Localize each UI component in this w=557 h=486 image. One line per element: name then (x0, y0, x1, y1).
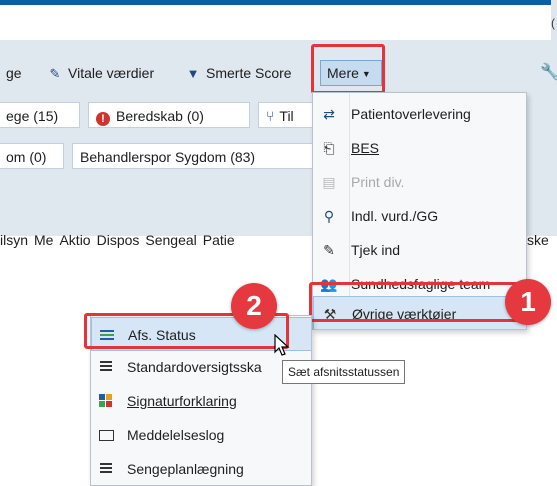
submenu-item-label: Meddelelseslog (127, 427, 225, 443)
pill-label: Til (279, 108, 294, 124)
toolbar-item-label: ge (6, 65, 22, 81)
menu-item-label: BES (351, 140, 380, 156)
pill-label: om (0) (6, 149, 47, 165)
menu-item-indl-vurd[interactable]: ⚲ Indl. vurd./GG (313, 199, 526, 233)
list-icon (97, 350, 115, 384)
list-icon (97, 452, 115, 485)
message-icon (97, 418, 115, 452)
signature-icon (97, 384, 115, 418)
toolbar-item-partial[interactable]: ge (6, 60, 22, 86)
submenu-item-meddelelseslog[interactable]: Meddelelseslog (91, 418, 311, 452)
vitale-vaerdier-button[interactable]: ✎ Vitale værdier (48, 60, 155, 86)
corner-mark: ( (551, 16, 555, 30)
filter-pill-til[interactable]: ⑂ Til (258, 102, 318, 128)
print-icon: ▤ (322, 174, 336, 190)
menu-item-patientoverlevering[interactable]: ⇄ Patientoverlevering (313, 97, 526, 131)
menu-item-bes[interactable]: ⎗ BES (313, 131, 526, 165)
pen-icon: ✎ (323, 242, 335, 258)
alert-icon: ! (96, 112, 110, 126)
vitale-label: Vitale værdier (68, 65, 155, 81)
highlight-mere (311, 44, 385, 94)
submenu-item-signaturforklaring[interactable]: Signaturforklaring (91, 384, 311, 418)
column-header[interactable]: Aktio (59, 224, 90, 256)
column-header[interactable]: ske (527, 224, 549, 256)
tooltip: Sæt afsnitsstatussen (282, 360, 406, 384)
pill-label: ege (15) (6, 108, 59, 124)
highlight-ovrige-vaerktojer (309, 282, 527, 322)
filter-pill-behandlerspor[interactable]: Behandlerspor Sygdom (83) (72, 143, 318, 169)
pen-icon: ✎ (49, 66, 61, 81)
filter-icon: ▼ (186, 66, 200, 81)
step-badge-2: 2 (231, 283, 277, 329)
wrench-icon[interactable]: 🔧 (540, 62, 557, 82)
pill-label: Behandlerspor Sygdom (83) (80, 149, 256, 165)
route-icon: ⑂ (266, 108, 275, 124)
bes-icon: ⎗ (323, 140, 335, 156)
submenu-item-sengeplanlaegning[interactable]: Sengeplanlægning (91, 452, 311, 485)
column-header[interactable]: ilsyn (0, 224, 28, 256)
menu-item-label: Print div. (351, 174, 405, 190)
submenu-item-label: Sengeplanlægning (127, 461, 244, 477)
column-header[interactable]: Sengeal (145, 224, 196, 256)
menu-item-label: Indl. vurd./GG (351, 208, 439, 224)
mouse-cursor-icon (274, 334, 290, 356)
submenu-item-label: Standardoversigtsska (127, 359, 262, 375)
filter-pill-beredskab[interactable]: ! Beredskab (0) (88, 102, 250, 128)
column-header[interactable]: Patie (203, 224, 235, 256)
menu-item-tjek-ind[interactable]: ✎ Tjek ind (313, 233, 526, 267)
column-header[interactable]: Me (34, 224, 53, 256)
column-headers: ilsyn Me Aktio Dispos Sengeal Patie (0, 224, 241, 256)
submenu-item-label: Signaturforklaring (127, 393, 237, 409)
menu-item-label: Patientoverlevering (351, 106, 471, 122)
column-header[interactable]: Dispos (97, 224, 140, 256)
filter-pill-om[interactable]: om (0) (0, 143, 64, 169)
pill-label: Beredskab (0) (116, 108, 204, 124)
filter-pill-ege[interactable]: ege (15) (0, 102, 80, 128)
patient-transfer-icon: ⇄ (323, 106, 335, 122)
assessment-icon: ⚲ (323, 208, 335, 224)
menu-item-label: Tjek ind (351, 242, 401, 258)
window-top-bar (0, 0, 557, 5)
menu-item-print-div[interactable]: ▤ Print div. (313, 165, 526, 199)
step-badge-1: 1 (505, 279, 551, 325)
smerte-label: Smerte Score (206, 65, 292, 81)
smerte-score-button[interactable]: ▼ Smerte Score (186, 60, 292, 86)
